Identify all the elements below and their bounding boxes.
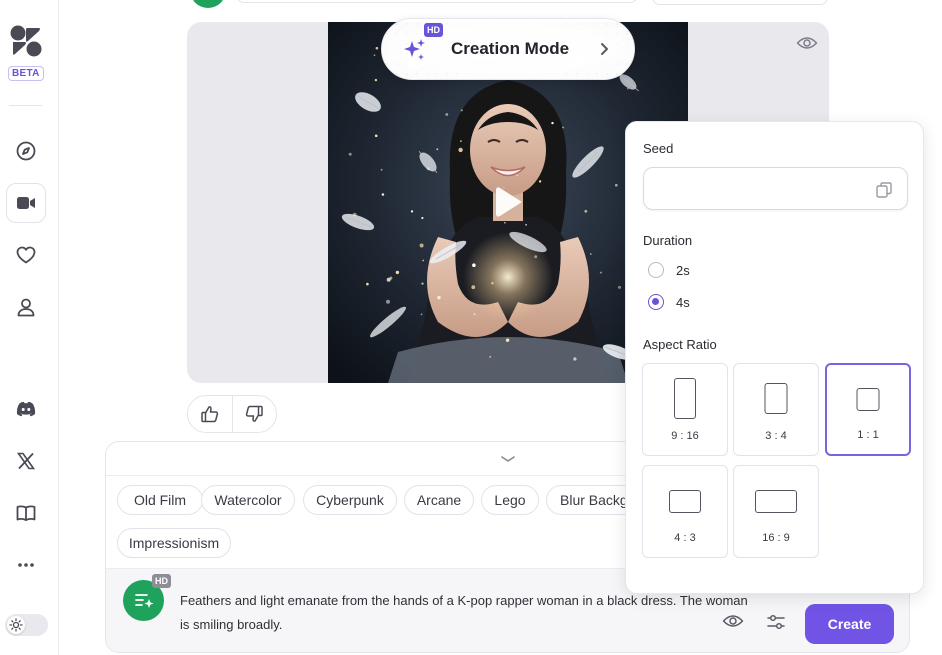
duration-option-label: 4s <box>676 294 690 310</box>
sidebar-item-more[interactable] <box>6 545 46 585</box>
thumbs-down-icon <box>244 404 264 424</box>
portrait-tall-icon <box>674 378 696 419</box>
aspect-option-label: 9 : 16 <box>671 430 699 442</box>
eye-icon[interactable] <box>722 613 744 629</box>
style-chip[interactable]: Old Film <box>117 485 203 515</box>
previous-action-group <box>652 0 828 5</box>
duration-option[interactable]: 2s <box>648 262 690 278</box>
heart-icon <box>15 244 37 266</box>
dislike-button[interactable] <box>231 396 276 432</box>
app-logo[interactable] <box>9 24 43 58</box>
aspect-option-1-1[interactable]: 1 : 1 <box>825 363 911 456</box>
creation-mode-label: Creation Mode <box>451 39 570 58</box>
sidebar-item-favorites[interactable] <box>6 235 46 275</box>
sidebar-item-x[interactable] <box>6 441 46 481</box>
discord-icon <box>15 398 37 420</box>
user-icon <box>15 296 37 318</box>
thumbs-up-icon <box>200 404 220 424</box>
chevron-right-icon <box>598 42 610 56</box>
style-chip[interactable]: Lego <box>481 485 539 515</box>
aspect-option-label: 3 : 4 <box>765 430 787 442</box>
aspect-option-3-4[interactable]: 3 : 4 <box>733 363 819 456</box>
seed-input[interactable] <box>643 167 908 210</box>
create-button[interactable]: Create <box>805 604 894 644</box>
radio-2s[interactable] <box>648 262 664 278</box>
style-chip[interactable]: Impressionism <box>117 528 231 558</box>
sidebar-item-docs[interactable] <box>6 493 46 533</box>
aspect-option-16-9[interactable]: 16 : 9 <box>733 465 819 558</box>
seed-label: Seed <box>643 141 674 156</box>
landscape-icon <box>669 490 701 513</box>
more-icon <box>15 554 37 576</box>
creation-mode-button[interactable]: HD Creation Mode <box>381 18 635 80</box>
previous-prompt-bar <box>236 0 638 3</box>
sidebar-item-profile[interactable] <box>6 287 46 327</box>
aspect-option-4-3[interactable]: 4 : 3 <box>642 465 728 558</box>
beta-badge: BETA <box>8 66 44 81</box>
radio-4s[interactable] <box>648 294 664 310</box>
settings-sliders-icon[interactable] <box>766 612 786 632</box>
aspect-option-label: 16 : 9 <box>762 532 790 544</box>
feedback-group <box>187 395 277 433</box>
collapse-styles-button[interactable] <box>500 454 516 464</box>
sun-icon <box>7 616 25 634</box>
hd-badge: HD <box>152 574 171 588</box>
aspect-option-label: 4 : 3 <box>674 532 696 544</box>
eye-icon[interactable] <box>796 35 818 51</box>
sidebar: BETA <box>0 0 59 655</box>
duration-option[interactable]: 4s <box>648 294 690 310</box>
sidebar-divider <box>9 105 42 106</box>
sidebar-item-video[interactable] <box>6 183 46 223</box>
style-chip[interactable]: Cyberpunk <box>303 485 397 515</box>
square-icon <box>856 388 880 411</box>
aspect-option-9-16[interactable]: 9 : 16 <box>642 363 728 456</box>
duration-option-label: 2s <box>676 262 690 278</box>
style-chip[interactable]: Arcane <box>404 485 474 515</box>
landscape-wide-icon <box>755 490 797 513</box>
style-chip[interactable]: Watercolor <box>201 485 295 515</box>
prompt-text[interactable]: Feathers and light emanate from the hand… <box>180 589 750 637</box>
hd-badge: HD <box>424 23 443 37</box>
theme-toggle[interactable] <box>5 614 48 636</box>
sidebar-item-discord[interactable] <box>6 389 46 429</box>
chevron-down-icon <box>500 454 516 464</box>
aspect-option-label: 1 : 1 <box>857 429 879 441</box>
x-logo-icon <box>15 450 37 472</box>
portrait-icon <box>764 383 788 414</box>
compass-icon <box>15 140 37 162</box>
previous-avatar <box>190 0 226 8</box>
sidebar-item-explore[interactable] <box>6 131 46 171</box>
book-icon <box>15 502 37 524</box>
aspect-ratio-label: Aspect Ratio <box>643 337 717 352</box>
copy-icon[interactable] <box>875 181 893 199</box>
duration-label: Duration <box>643 233 693 248</box>
generation-settings-panel: Seed Duration 2s 4s Aspect Ratio 9 : 16 … <box>625 121 924 594</box>
video-camera-icon <box>15 192 37 214</box>
sparkle-icon <box>402 37 428 63</box>
like-button[interactable] <box>188 396 232 432</box>
